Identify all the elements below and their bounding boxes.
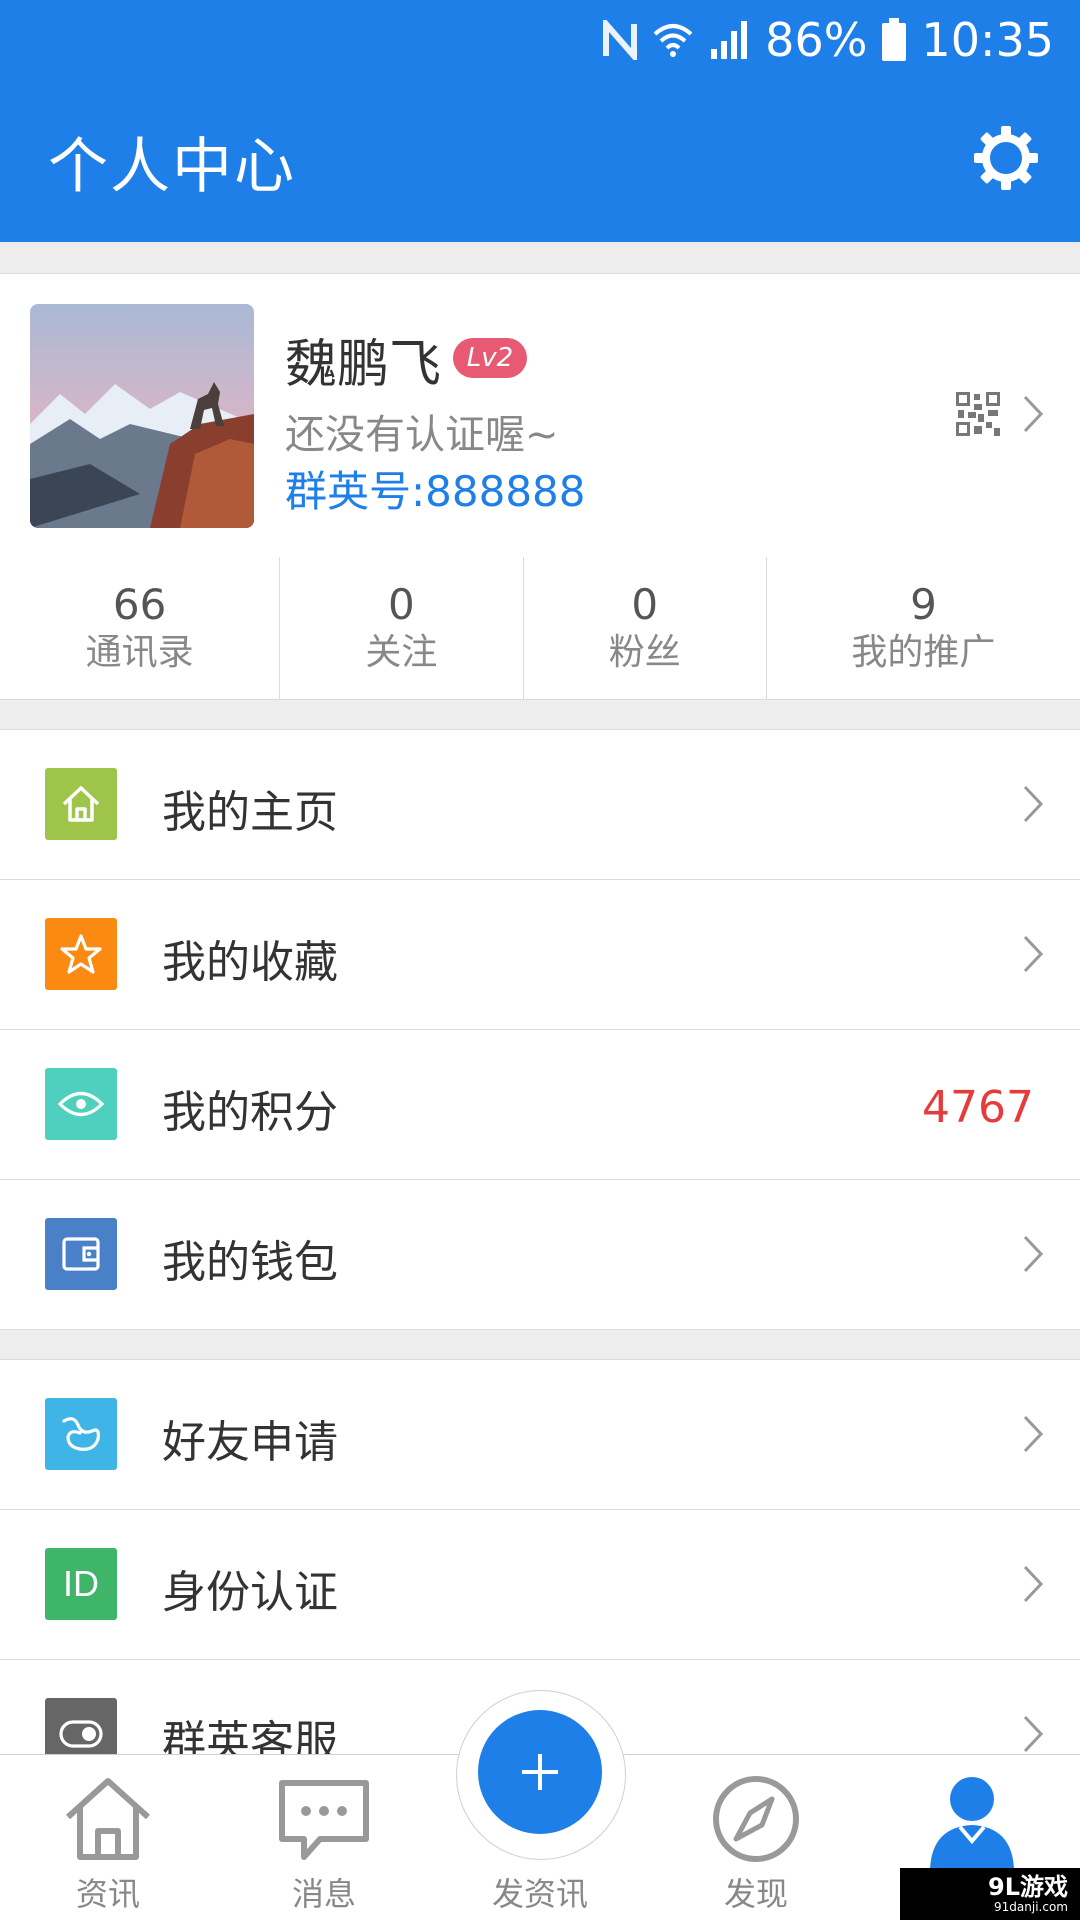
- nfc-icon: [603, 20, 638, 60]
- stat-promotion[interactable]: 9 我的推广: [767, 557, 1080, 699]
- battery-icon: [881, 18, 907, 62]
- menu-label: 身份认证: [162, 1567, 338, 1618]
- id-icon: ID: [45, 1548, 117, 1620]
- profile-name: 魏鹏飞: [285, 335, 442, 395]
- friend-request-icon: [45, 1398, 117, 1470]
- nav-label: 资讯: [75, 1875, 140, 1913]
- home-icon: [45, 768, 117, 840]
- clock: 10:35: [921, 13, 1054, 67]
- compass-icon: [713, 1776, 799, 1862]
- chevron-right-icon: [1022, 1414, 1044, 1454]
- menu-group-1: 我的主页 我的收藏 我的积分 4767 我的钱包: [0, 729, 1080, 1330]
- chevron-right-icon: [1022, 1234, 1044, 1274]
- menu-label: 我的收藏: [162, 937, 338, 988]
- wifi-icon: [651, 18, 695, 62]
- stat-followers[interactable]: 0 粉丝: [524, 557, 767, 699]
- menu-item-identity[interactable]: ID 身份认证: [0, 1510, 1080, 1660]
- chevron-right-icon: [1022, 1714, 1044, 1754]
- page-title: 个人中心: [48, 132, 296, 202]
- avatar[interactable]: [30, 304, 254, 528]
- menu-label: 好友申请: [162, 1417, 338, 1468]
- star-icon: [45, 918, 117, 990]
- home-outline-icon: [65, 1778, 151, 1860]
- stat-contacts[interactable]: 66 通讯录: [0, 557, 281, 699]
- menu-item-homepage[interactable]: 我的主页: [0, 730, 1080, 880]
- chevron-right-icon[interactable]: [1022, 394, 1044, 434]
- stat-label: 通讯录: [85, 632, 194, 673]
- stat-label: 我的推广: [851, 632, 996, 673]
- menu-item-wallet[interactable]: 我的钱包: [0, 1180, 1080, 1330]
- status-bar: 86% 10:35: [603, 10, 1054, 70]
- nav-label: 消息: [291, 1875, 356, 1913]
- stat-label: 关注: [365, 632, 438, 673]
- menu-label: 我的钱包: [162, 1237, 338, 1288]
- nav-label: 发资讯: [491, 1875, 588, 1913]
- qr-code-icon[interactable]: [956, 392, 1000, 436]
- stat-value: 0: [631, 580, 659, 629]
- user-icon: [930, 1777, 1014, 1869]
- stats-row: 66 通讯录 0 关注 0 粉丝 9 我的推广: [0, 557, 1080, 700]
- plus-icon: [522, 1754, 558, 1790]
- menu-item-friend-requests[interactable]: 好友申请: [0, 1360, 1080, 1510]
- watermark: 9L游戏 91danji.com: [900, 1868, 1080, 1920]
- stat-label: 粉丝: [608, 632, 681, 673]
- app-header: 86% 10:35 个人中心: [0, 0, 1080, 242]
- nav-label: 发现: [723, 1875, 788, 1913]
- watermark-brand: 9L游戏: [988, 1873, 1068, 1901]
- nav-discover[interactable]: 发现: [648, 1755, 864, 1921]
- stat-value: 9: [910, 580, 937, 629]
- chevron-right-icon: [1022, 784, 1044, 824]
- chevron-right-icon: [1022, 934, 1044, 974]
- settings-gear-icon[interactable]: [972, 124, 1040, 192]
- watermark-url: 91danji.com: [994, 1900, 1068, 1914]
- chat-bubble-icon: [279, 1780, 369, 1860]
- nav-news[interactable]: 资讯: [0, 1755, 216, 1921]
- account-id: 群英号:888888: [285, 467, 586, 516]
- nav-messages[interactable]: 消息: [216, 1755, 432, 1921]
- stat-following[interactable]: 0 关注: [280, 557, 524, 699]
- wallet-icon: [45, 1218, 117, 1290]
- points-value: 4767: [922, 1082, 1034, 1133]
- menu-label: 我的积分: [162, 1087, 338, 1138]
- signal-icon: [709, 19, 751, 61]
- chevron-right-icon: [1022, 1564, 1044, 1604]
- menu-label: 我的主页: [162, 787, 338, 838]
- battery-percent: 86%: [765, 13, 868, 67]
- post-button[interactable]: [478, 1710, 602, 1834]
- menu-item-points[interactable]: 我的积分 4767: [0, 1030, 1080, 1180]
- profile-card[interactable]: 魏鹏飞 Lv2 还没有认证喔~ 群英号:888888: [0, 273, 1080, 559]
- stat-value: 0: [388, 580, 415, 629]
- stat-value: 66: [112, 580, 167, 629]
- verification-note: 还没有认证喔~: [285, 412, 559, 458]
- level-badge: Lv2: [453, 338, 527, 378]
- menu-item-favorites[interactable]: 我的收藏: [0, 880, 1080, 1030]
- eye-icon: [45, 1068, 117, 1140]
